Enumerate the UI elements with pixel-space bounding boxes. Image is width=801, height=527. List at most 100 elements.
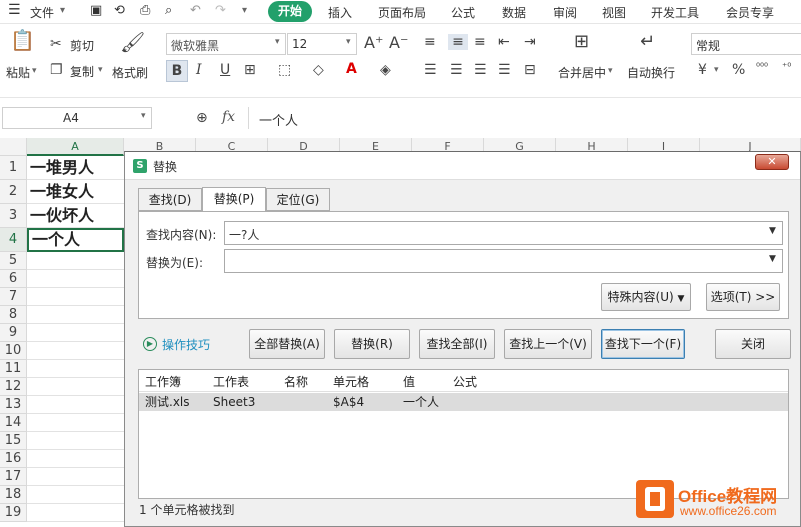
find-next-button[interactable]: 查找下一个(F) [601,329,685,359]
row-header[interactable]: 16 [0,450,27,468]
row-header[interactable]: 10 [0,342,27,360]
chevron-down-icon[interactable]: ▼ [769,226,776,236]
align-right-icon[interactable]: ☰ [474,62,487,78]
file-menu[interactable]: 文件 [30,4,54,21]
tab-replace[interactable]: 替换(P) [202,187,266,212]
chevron-down-icon[interactable]: ▼ [769,254,776,264]
options-button[interactable]: 选项(T) >> [706,283,780,311]
redo-icon[interactable]: ↷ [215,3,226,18]
results-column-header[interactable]: 值 [403,372,415,392]
tab-view[interactable]: 视图 [602,4,626,21]
wrap-text-button[interactable]: 自动换行 [627,64,675,81]
row-header[interactable]: 7 [0,288,27,306]
underline-icon[interactable]: U [220,62,230,78]
align-middle-icon[interactable]: ≡ [448,34,468,50]
zoom-icon[interactable]: ⊕ [196,110,208,126]
cut-button[interactable]: 剪切 [70,37,94,54]
results-column-header[interactable]: 工作簿 [145,372,181,392]
tab-page-layout[interactable]: 页面布局 [378,4,426,21]
chevron-down-icon[interactable]: ▾ [32,66,37,76]
special-content-button[interactable]: 特殊内容(U) ▼ [601,283,691,311]
row-header[interactable]: 6 [0,270,27,288]
scissors-icon[interactable]: ✂ [50,36,62,52]
save-icon[interactable]: ▣ [90,3,102,18]
increase-font-icon[interactable]: A⁺ [364,35,383,51]
play-icon[interactable]: ▶ [143,337,157,351]
italic-icon[interactable]: I [196,62,202,78]
copy-button[interactable]: 复制 [70,63,94,80]
replace-button[interactable]: 替换(R) [334,329,410,359]
align-bottom-icon[interactable]: ≡ [474,34,486,50]
results-column-header[interactable]: 公式 [453,372,477,392]
row-header[interactable]: 18 [0,486,27,504]
replace-input[interactable]: ▼ [224,249,783,273]
tips-link[interactable]: 操作技巧 [162,336,210,353]
decrease-font-icon[interactable]: A⁻ [389,35,408,51]
undo-icon[interactable]: ↶ [190,3,201,18]
row-header[interactable]: 13 [0,396,27,414]
row-header[interactable]: 9 [0,324,27,342]
chevron-down-icon[interactable]: ▾ [60,5,65,16]
percent-icon[interactable]: % [732,62,745,78]
find-input[interactable]: 一?人 ▼ [224,221,783,245]
chevron-down-icon[interactable]: ▾ [98,65,103,75]
tab-goto[interactable]: 定位(G) [266,188,330,211]
chevron-down-icon[interactable]: ▾ [608,66,613,76]
chevron-down-icon[interactable]: ▾ [714,65,719,75]
row-header[interactable]: 3 [0,204,27,228]
tab-insert[interactable]: 插入 [328,4,352,21]
tab-formulas[interactable]: 公式 [451,4,475,21]
tab-review[interactable]: 审阅 [553,4,577,21]
merge-cells-icon[interactable]: ⊞ [574,33,589,51]
formula-input[interactable]: 一个人 [248,107,801,129]
row-header[interactable]: 12 [0,378,27,396]
border-icon[interactable]: ⊞ [244,62,256,78]
chevron-down-icon[interactable]: ▾ [275,37,280,47]
row-header[interactable]: 8 [0,306,27,324]
bold-icon[interactable]: B [166,60,188,82]
tab-data[interactable]: 数据 [502,4,526,21]
results-column-header[interactable]: 工作表 [213,372,249,392]
chevron-down-icon[interactable]: ▾ [242,5,247,16]
number-format-select[interactable]: 常规 [691,33,801,55]
row-header[interactable]: 4 [0,228,27,252]
wrap-text-icon[interactable]: ↵ [640,33,655,51]
row-header[interactable]: 1 [0,156,27,180]
close-icon[interactable]: ✕ [755,154,789,170]
dialog-titlebar[interactable]: S 替换 ✕ [125,152,800,180]
align-center-icon[interactable]: ☰ [450,62,463,78]
replace-all-button[interactable]: 全部替换(A) [249,329,325,359]
row-header[interactable]: 15 [0,432,27,450]
indent-increase-icon[interactable]: ⇥ [524,34,536,50]
tab-developer[interactable]: 开发工具 [651,4,699,21]
copy-icon[interactable]: ❐ [50,62,63,78]
tab-home[interactable]: 开始 [268,1,312,22]
print-preview-icon[interactable]: ⌕ [165,3,172,18]
indent-decrease-icon[interactable]: ⇤ [498,34,510,50]
fx-icon[interactable]: fx [222,109,235,125]
empty-cells[interactable] [27,252,124,527]
thousands-separator-icon[interactable]: ⁰⁰⁰ [756,60,768,76]
cell-a1[interactable]: 一堆男人 [27,156,124,180]
row-header[interactable]: 17 [0,468,27,486]
distribute-icon[interactable]: ⊟ [524,62,536,78]
cell-a3[interactable]: 一伙坏人 [27,204,124,228]
align-left-icon[interactable]: ☰ [424,62,437,78]
cell-a4-selected[interactable]: 一个人 [27,228,124,252]
print-icon[interactable]: ⎙ [140,3,150,18]
hamburger-menu-icon[interactable]: ☰ [8,2,21,18]
find-previous-button[interactable]: 查找上一个(V) [504,329,592,359]
tab-find[interactable]: 查找(D) [138,188,202,211]
row-header[interactable]: 5 [0,252,27,270]
fill-color-icon[interactable]: ◇ [313,62,324,78]
chevron-down-icon[interactable]: ▾ [346,37,351,47]
font-color-icon[interactable]: A [346,61,357,77]
results-column-header[interactable]: 单元格 [333,372,369,392]
format-painter-icon[interactable]: 🖌 [120,32,145,52]
row-header[interactable]: 19 [0,504,27,522]
find-all-button[interactable]: 查找全部(I) [419,329,495,359]
row-header[interactable]: 2 [0,180,27,204]
export-icon[interactable]: ⟲ [114,3,125,18]
currency-icon[interactable]: ¥ [698,62,707,78]
cell-a2[interactable]: 一堆女人 [27,180,124,204]
